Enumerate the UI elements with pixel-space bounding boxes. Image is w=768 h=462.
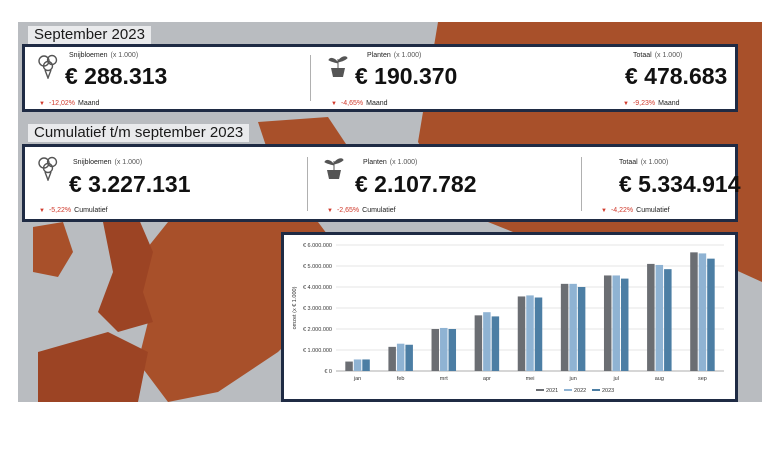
flower-bouquet-icon	[38, 54, 58, 79]
month-section-title: September 2023	[28, 26, 151, 44]
kpi-value: € 288.313	[65, 63, 168, 89]
divider	[581, 157, 582, 211]
kpi-value: € 3.227.131	[69, 171, 191, 197]
bar-2022-feb	[396, 343, 405, 371]
legend-label: 2022	[574, 388, 586, 394]
bar-2021-feb	[388, 346, 396, 371]
x-tick-label: aug	[655, 376, 664, 382]
bar-2023-feb	[405, 344, 413, 371]
kpi-value: € 2.107.782	[355, 171, 477, 197]
bar-2023-jan	[362, 359, 370, 371]
y-tick-label: € 2.000.000	[303, 327, 332, 333]
x-tick-label: jan	[353, 376, 361, 382]
x-tick-label: jun	[568, 376, 576, 382]
kpi-value: € 5.334.914	[619, 171, 741, 197]
kpi-change: ▼ -4,65% Maand	[331, 100, 388, 107]
kpi-planten-month: Planten (x 1.000) € 190.370 ▼ -4,65% Maand	[315, 47, 585, 109]
kpi-change: ▼ -12,02% Maand	[39, 100, 100, 107]
kpi-value: € 190.370	[355, 63, 458, 89]
bar-2023-mrt	[448, 329, 457, 371]
x-tick-label: jul	[612, 376, 619, 382]
bar-2023-jul	[620, 278, 629, 371]
bar-2023-apr	[491, 316, 500, 371]
divider	[307, 157, 308, 211]
bar-2021-jun	[560, 283, 569, 371]
kpi-snijbloemen-month: Snijbloemen (x 1.000) € 288.313 ▼ -12,02% M…	[25, 47, 305, 109]
cumulative-section-title: Cumulatief t/m september 2023	[28, 124, 250, 142]
kpi-snijbloemen-cumulative: Snijbloemen (x 1.000) € 3.227.131 ▼ -5,22%…	[25, 147, 305, 219]
revenue-bar-chart: € 0 € 1.000.000 € 2.000.000 € 3.000.000 € 4.…	[281, 232, 738, 402]
y-tick-label: € 6.000.000	[303, 243, 332, 249]
bar-2021-jul	[603, 275, 612, 371]
x-tick-label: apr	[483, 376, 491, 382]
bar-2023-mei	[534, 297, 543, 371]
down-triangle-icon: ▼	[623, 101, 629, 107]
bar-2023-jun	[577, 287, 586, 371]
x-tick-label: sep	[698, 376, 707, 382]
bar-2022-jul	[612, 275, 620, 371]
bar-2021-mei	[517, 296, 526, 371]
kpi-change: ▼ -5,22% Cumulatief	[39, 207, 108, 214]
kpi-change: ▼ -2,65% Cumulatief	[327, 207, 396, 214]
kpi-planten-cumulative: Planten (x 1.000) € 2.107.782 ▼ -2,65% Cumu…	[311, 147, 581, 219]
down-triangle-icon: ▼	[331, 101, 337, 107]
cumulative-kpi-panel: Snijbloemen (x 1.000) € 3.227.131 ▼ -5,22%…	[22, 144, 741, 222]
bar-2023-sep	[707, 258, 715, 371]
down-triangle-icon: ▼	[327, 208, 333, 214]
bar-2022-aug	[655, 264, 664, 371]
y-tick-label: € 5.000.000	[303, 264, 332, 270]
bar-2021-jan	[345, 361, 353, 371]
kpi-label: Totaal (x 1.000)	[633, 52, 683, 59]
y-axis-label: omzet (x € 1.000)	[292, 286, 298, 329]
down-triangle-icon: ▼	[39, 208, 45, 214]
down-triangle-icon: ▼	[601, 208, 607, 214]
kpi-change: ▼ -4,22% Cumulatief	[601, 207, 670, 214]
flower-bouquet-icon	[38, 156, 58, 181]
kpi-label: Snijbloemen (x 1.000)	[69, 52, 139, 59]
potted-plant-icon	[328, 56, 348, 77]
kpi-totaal-cumulative: Totaal (x 1.000) € 5.334.914 ▼ -4,22% Cumul…	[585, 147, 741, 219]
divider	[310, 55, 311, 101]
kpi-label: Planten (x 1.000)	[367, 52, 422, 59]
kpi-change: ▼ -9,23% Maand	[623, 100, 680, 107]
bar-2021-sep	[690, 252, 698, 371]
bar-2022-mei	[526, 295, 534, 371]
legend-label: 2021	[546, 388, 558, 394]
legend-label: 2023	[602, 388, 614, 394]
potted-plant-icon	[324, 158, 344, 179]
bar-2023-aug	[664, 269, 672, 371]
kpi-label: Totaal (x 1.000)	[619, 159, 669, 166]
kpi-label: Snijbloemen (x 1.000)	[73, 159, 143, 166]
bar-2022-apr	[483, 312, 491, 371]
y-tick-label: € 1.000.000	[303, 348, 332, 354]
kpi-value: € 478.683	[625, 63, 728, 89]
bar-2022-jan	[353, 359, 362, 371]
bar-2021-mrt	[431, 329, 440, 371]
bar-2022-sep	[698, 253, 707, 371]
y-tick-label: € 0	[324, 369, 332, 375]
kpi-totaal-month: Totaal (x 1.000) € 478.683 ▼ -9,23% Maand	[585, 47, 735, 109]
y-tick-label: € 3.000.000	[303, 306, 332, 312]
y-tick-label: € 4.000.000	[303, 285, 332, 291]
month-kpi-panel: Snijbloemen (x 1.000) € 288.313 ▼ -12,02% M…	[22, 44, 738, 112]
dashboard-stage: September 2023 Snijbloemen (x 1.000) € 28…	[18, 22, 762, 402]
down-triangle-icon: ▼	[39, 101, 45, 107]
x-tick-label: mrt	[440, 376, 448, 382]
x-tick-label: feb	[397, 376, 405, 382]
bar-2022-jun	[569, 283, 577, 371]
bar-2022-mrt	[440, 327, 448, 371]
x-tick-label: mei	[526, 376, 535, 382]
bar-2021-apr	[474, 315, 483, 371]
bar-2021-aug	[647, 263, 655, 371]
chart-canvas: € 0 € 1.000.000 € 2.000.000 € 3.000.000 € 4.…	[292, 243, 724, 394]
kpi-label: Planten (x 1.000)	[363, 159, 418, 166]
